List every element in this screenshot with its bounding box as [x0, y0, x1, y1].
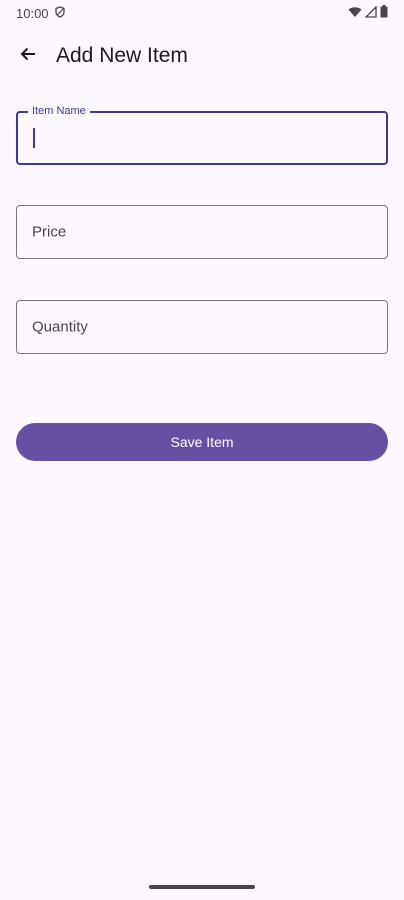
wifi-icon: [348, 6, 362, 21]
shield-icon: [54, 5, 66, 21]
page-title: Add New Item: [56, 44, 188, 67]
quantity-field[interactable]: Quantity: [16, 300, 388, 354]
price-input[interactable]: [17, 206, 387, 258]
status-right: [348, 4, 388, 21]
signal-icon: [364, 4, 377, 21]
status-time: 10:00: [16, 5, 49, 21]
battery-icon: [380, 5, 388, 21]
quantity-input[interactable]: [17, 301, 387, 353]
top-app-bar: Add New Item: [0, 30, 404, 82]
save-item-button[interactable]: Save Item: [16, 423, 388, 461]
status-left: 10:00: [16, 6, 66, 21]
price-field[interactable]: Price: [16, 205, 388, 259]
arrow-back-icon: [19, 45, 37, 68]
back-button[interactable]: [8, 36, 48, 76]
item-name-field[interactable]: Item Name: [16, 105, 388, 165]
item-name-input[interactable]: [18, 113, 386, 163]
gesture-nav-handle[interactable]: [149, 885, 255, 889]
status-bar: 10:00: [0, 0, 404, 26]
